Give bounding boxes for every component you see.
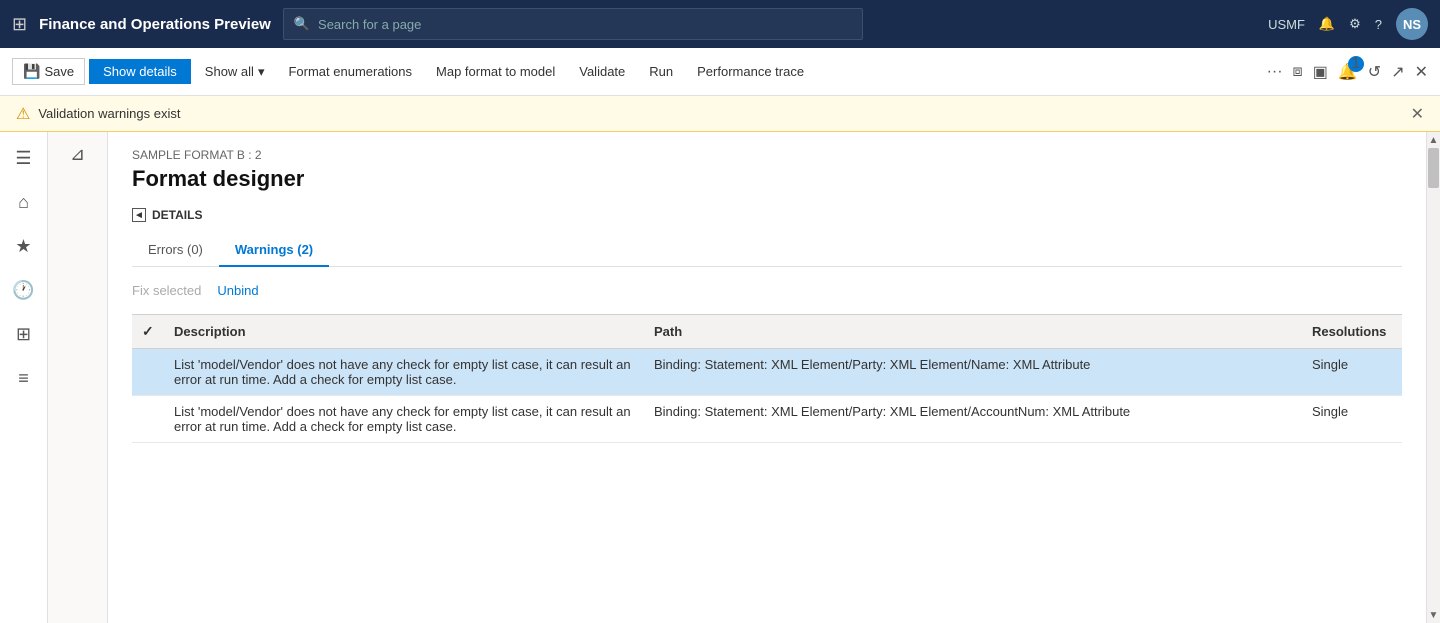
sidebar-item-recent[interactable]: 🕐 (6, 272, 42, 308)
chevron-down-icon: ▾ (258, 64, 265, 80)
save-label: Save (44, 64, 74, 79)
warning-text: Validation warnings exist (38, 106, 180, 121)
warning-close-button[interactable]: ✕ (1411, 104, 1424, 124)
sidebar-item-workspaces[interactable]: ⊞ (6, 316, 42, 352)
scroll-thumb[interactable] (1428, 148, 1439, 188)
toolbar: 💾 Save Show details Show all ▾ Format en… (0, 48, 1440, 96)
notification-icon[interactable]: 🔔 (1319, 16, 1335, 32)
sidebar-item-favorites[interactable]: ★ (6, 228, 42, 264)
notification-badge-button[interactable]: 🔔 1 (1338, 62, 1358, 82)
performance-trace-button[interactable]: Performance trace (687, 59, 814, 84)
row-description-cell: List 'model/Vendor' does not have any ch… (164, 396, 644, 443)
details-label: DETAILS (152, 208, 202, 222)
page-title: Format designer (132, 166, 1402, 192)
show-all-button[interactable]: Show all ▾ (195, 59, 275, 85)
popout-icon[interactable]: ↗ (1391, 62, 1404, 82)
left-sidebar: ☰ ⌂ ★ 🕐 ⊞ ≡ (0, 132, 48, 623)
map-format-to-model-button[interactable]: Map format to model (426, 59, 565, 84)
settings-icon[interactable]: ⚙ (1349, 16, 1361, 32)
close-icon[interactable]: ✕ (1415, 62, 1428, 82)
validate-button[interactable]: Validate (569, 59, 635, 84)
row-resolutions-cell: Single (1302, 396, 1402, 443)
vertical-scrollbar[interactable]: ▲ ▼ (1426, 132, 1440, 623)
puzzle-icon[interactable]: ⧈ (1293, 63, 1303, 81)
row-resolutions-cell: Single (1302, 349, 1402, 396)
top-nav-bar: ⊞ Finance and Operations Preview 🔍 USMF … (0, 0, 1440, 48)
search-bar[interactable]: 🔍 (283, 8, 863, 40)
table-row[interactable]: List 'model/Vendor' does not have any ch… (132, 349, 1402, 396)
col-header-description: Description (164, 315, 644, 349)
row-description-cell: List 'model/Vendor' does not have any ch… (164, 349, 644, 396)
save-icon: 💾 (23, 63, 40, 80)
col-header-check: ✓ (132, 315, 164, 349)
show-details-button[interactable]: Show details (89, 59, 191, 84)
search-icon: 🔍 (294, 16, 310, 32)
show-all-label: Show all (205, 64, 254, 79)
warning-banner: ⚠ Validation warnings exist ✕ (0, 96, 1440, 132)
row-check-cell (132, 349, 164, 396)
sidebar-item-list[interactable]: ≡ (6, 360, 42, 396)
warnings-table: ✓ Description Path Resolutions List 'mod… (132, 314, 1402, 443)
user-label[interactable]: USMF (1268, 17, 1305, 32)
apps-grid-icon[interactable]: ⊞ (12, 14, 27, 35)
breadcrumb: SAMPLE FORMAT B : 2 (132, 148, 1402, 162)
sidebar-item-menu[interactable]: ☰ (6, 140, 42, 176)
unbind-button[interactable]: Unbind (217, 283, 258, 298)
fix-selected-button[interactable]: Fix selected (132, 283, 201, 298)
table-row[interactable]: List 'model/Vendor' does not have any ch… (132, 396, 1402, 443)
warning-triangle-icon: ⚠ (16, 104, 30, 124)
toolbar-right-icons: ··· ⧈ ▣ 🔔 1 ↺ ↗ ✕ (1267, 62, 1428, 82)
save-button[interactable]: 💾 Save (12, 58, 85, 85)
tab-errors[interactable]: Errors (0) (132, 234, 219, 267)
more-icon[interactable]: ··· (1267, 63, 1283, 81)
format-enumerations-button[interactable]: Format enumerations (278, 59, 422, 84)
search-input[interactable] (318, 17, 852, 32)
row-path-cell: Binding: Statement: XML Element/Party: X… (644, 349, 1302, 396)
scroll-track[interactable] (1427, 148, 1440, 607)
filter-panel: ⊿ (48, 132, 108, 623)
scroll-up-button[interactable]: ▲ (1427, 132, 1440, 148)
col-header-path: Path (644, 315, 1302, 349)
toggle-collapse-icon: ◄ (132, 208, 146, 222)
col-header-resolutions: Resolutions (1302, 315, 1402, 349)
avatar[interactable]: NS (1396, 8, 1428, 40)
row-path-cell: Binding: Statement: XML Element/Party: X… (644, 396, 1302, 443)
app-title: Finance and Operations Preview (39, 16, 271, 33)
action-row: Fix selected Unbind (132, 283, 1402, 298)
filter-icon[interactable]: ⊿ (70, 144, 85, 165)
content-area: SAMPLE FORMAT B : 2 Format designer ◄ DE… (108, 132, 1426, 623)
run-button[interactable]: Run (639, 59, 683, 84)
scroll-down-button[interactable]: ▼ (1427, 607, 1440, 623)
notification-count: 1 (1348, 56, 1364, 72)
row-check-cell (132, 396, 164, 443)
details-toggle[interactable]: ◄ DETAILS (132, 208, 1402, 222)
main-layout: ☰ ⌂ ★ 🕐 ⊞ ≡ ⊿ SAMPLE FORMAT B : 2 Format… (0, 132, 1440, 623)
top-nav-right-icons: USMF 🔔 ⚙ ? NS (1268, 8, 1428, 40)
sidebar-item-home[interactable]: ⌂ (6, 184, 42, 220)
view-icon[interactable]: ▣ (1313, 62, 1328, 82)
tab-warnings[interactable]: Warnings (2) (219, 234, 329, 267)
refresh-icon[interactable]: ↺ (1368, 62, 1381, 82)
tabs-container: Errors (0) Warnings (2) (132, 234, 1402, 267)
help-icon[interactable]: ? (1375, 17, 1382, 32)
checkmark-icon: ✓ (142, 323, 154, 339)
